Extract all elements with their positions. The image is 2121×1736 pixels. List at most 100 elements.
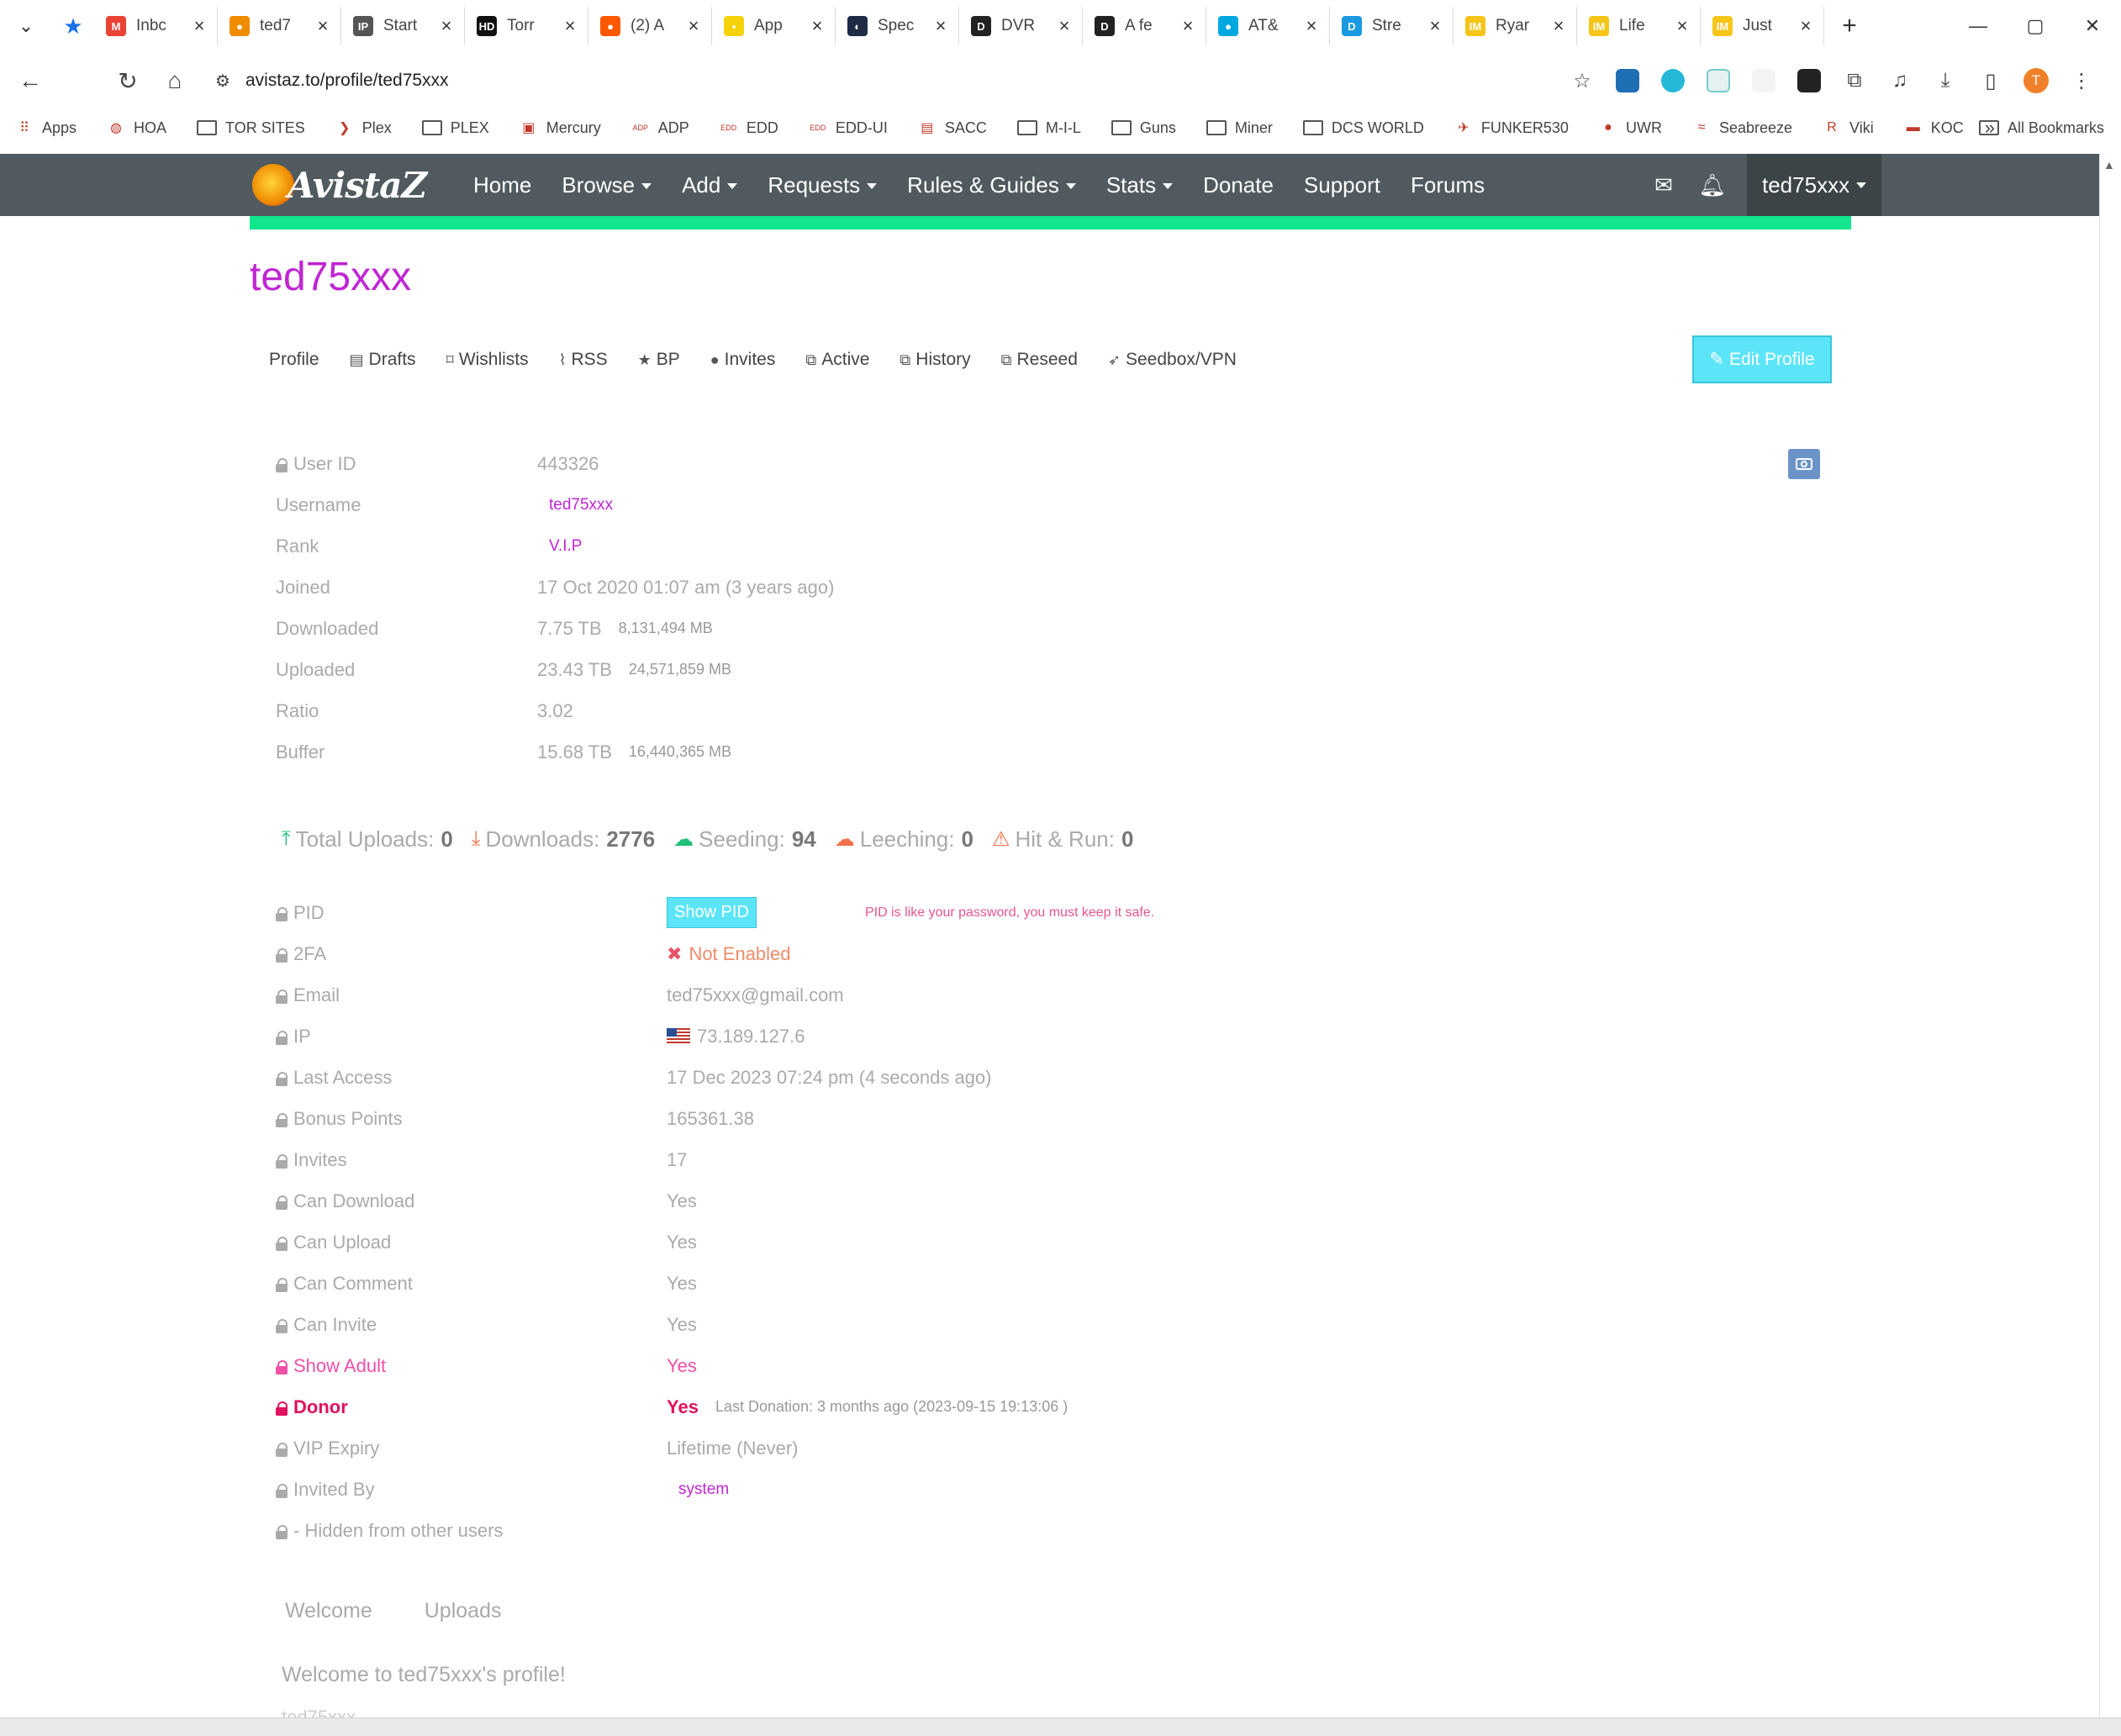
invited-by-link[interactable]: system <box>678 1480 729 1499</box>
home-icon[interactable]: ⌂ <box>151 67 198 94</box>
site-info-icon[interactable]: ⚙ <box>215 71 230 92</box>
browser-tab[interactable]: IM Ryar × <box>1454 7 1577 45</box>
subtab-history[interactable]: ⧉ History <box>900 350 970 370</box>
tab-close-icon[interactable]: × <box>1426 15 1444 37</box>
bookmark-item[interactable]: ⠿ Apps <box>15 119 77 137</box>
bookmark-item[interactable]: M-I-L <box>1016 119 1081 137</box>
browser-tab[interactable]: ● (2) A × <box>588 7 712 45</box>
downloads-icon[interactable]: ⤓ <box>1923 69 1968 92</box>
nav-donate[interactable]: Donate <box>1203 172 1274 198</box>
bookmark-item[interactable]: PLEX <box>421 119 489 137</box>
tab-close-icon[interactable]: × <box>437 15 456 37</box>
nav-forums[interactable]: Forums <box>1411 172 1485 198</box>
tab-close-icon[interactable]: × <box>1055 15 1074 37</box>
tab-close-icon[interactable]: × <box>1302 15 1321 37</box>
content-tab-welcome[interactable]: Welcome <box>285 1599 372 1623</box>
nav-add[interactable]: Add <box>682 172 738 198</box>
tab-close-icon[interactable]: × <box>931 15 950 37</box>
bookmark-item[interactable]: TOR SITES <box>197 119 305 137</box>
show-pid-button[interactable]: Show PID <box>667 897 757 928</box>
nav-stats[interactable]: Stats <box>1106 172 1174 198</box>
browser-tab[interactable]: IP Start × <box>341 7 465 45</box>
browser-tab[interactable]: D A fe × <box>1083 7 1206 45</box>
browser-tab[interactable]: M Inbc × <box>94 7 218 45</box>
edit-profile-button[interactable]: ✎ Edit Profile <box>1692 335 1832 383</box>
bookmark-item[interactable]: ▤ SACC <box>918 119 987 137</box>
scroll-up-arrow-icon[interactable]: ▲ <box>2103 158 2115 171</box>
envelope-icon[interactable]: ✉ <box>1639 172 1688 198</box>
nav-rules-guides[interactable]: Rules & Guides <box>907 172 1076 198</box>
reload-icon[interactable]: ↻ <box>104 67 151 95</box>
maximize-icon[interactable]: ▢ <box>2007 15 2064 37</box>
bookmark-item[interactable]: ADP ADP <box>631 119 689 137</box>
bookmark-item[interactable]: ● UWR <box>1599 119 1662 137</box>
tab-close-icon[interactable]: × <box>1797 15 1815 37</box>
browser-tab[interactable]: D DVR × <box>959 7 1083 45</box>
browser-tab[interactable]: IM Life × <box>1577 7 1701 45</box>
camera-button[interactable] <box>1788 449 1820 479</box>
extension-b-icon[interactable] <box>1616 69 1639 92</box>
subtab-seedbox-vpn[interactable]: ➶ Seedbox/VPN <box>1108 350 1237 370</box>
nav-requests[interactable]: Requests <box>768 172 878 198</box>
subtab-bp[interactable]: ★ BP <box>638 350 680 370</box>
new-tab-button[interactable]: + <box>1824 12 1875 40</box>
subtab-reseed[interactable]: ⧉ Reseed <box>1001 350 1078 370</box>
browser-tab[interactable]: ◐ Spec × <box>836 7 959 45</box>
tab-close-icon[interactable]: × <box>190 15 208 37</box>
all-bookmarks-folder[interactable]: All Bookmarks <box>1978 119 2104 137</box>
tab-close-icon[interactable]: × <box>561 15 579 37</box>
subtab-rss[interactable]: ⌇ RSS <box>559 350 608 370</box>
profile-avatar[interactable]: T <box>2023 68 2049 93</box>
kebab-menu-icon[interactable]: ⋮ <box>2059 69 2104 93</box>
bookmark-item[interactable]: ▬ KOC <box>1904 119 1964 137</box>
user-dropdown[interactable]: ted75xxx <box>1747 154 1882 216</box>
browser-tab[interactable]: IM Just × <box>1701 7 1824 45</box>
content-tab-uploads[interactable]: Uploads <box>425 1599 502 1623</box>
page-scrollbar[interactable] <box>2099 154 2121 1718</box>
bookmark-item[interactable]: ✈ FUNKER530 <box>1454 119 1569 137</box>
bookmark-item[interactable]: Guns <box>1111 119 1176 137</box>
browser-tab[interactable]: HD Torr × <box>465 7 588 45</box>
subtab-active[interactable]: ⧉ Active <box>805 350 869 370</box>
subtab-drafts[interactable]: ▤ Drafts <box>350 350 416 370</box>
username-link[interactable]: ted75xxx <box>549 496 613 514</box>
bookmark-item[interactable]: Miner <box>1206 119 1273 137</box>
site-logo[interactable]: AvistaZ <box>252 159 429 211</box>
bell-icon[interactable]: 🔔︎ <box>1688 172 1737 198</box>
browser-tab[interactable]: ▪ App × <box>712 7 836 45</box>
tab-close-icon[interactable]: × <box>1673 15 1691 37</box>
tab-search-chevron-icon[interactable]: ⌄ <box>0 0 52 52</box>
subtab-invites[interactable]: ● Invites <box>710 350 776 370</box>
tab-close-icon[interactable]: × <box>1179 15 1197 37</box>
back-icon[interactable]: ← <box>7 67 54 94</box>
tab-close-icon[interactable]: × <box>684 15 703 37</box>
media-control-icon[interactable]: ♫ <box>1877 69 1923 92</box>
nav-support[interactable]: Support <box>1304 172 1380 198</box>
tab-close-icon[interactable]: × <box>808 15 826 37</box>
tab-close-icon[interactable]: × <box>314 15 332 37</box>
side-panel-icon[interactable]: ▯ <box>1968 69 2013 93</box>
nav-browse[interactable]: Browse <box>562 172 652 198</box>
bookmark-star-icon[interactable]: ☆ <box>1559 69 1605 93</box>
bookmark-item[interactable]: EDD EDD <box>720 119 778 137</box>
bookmark-item[interactable]: R Viki <box>1823 119 1873 137</box>
bookmark-item[interactable]: ≈ Seabreeze <box>1692 119 1792 137</box>
subtab-profile[interactable]: Profile <box>269 350 319 370</box>
extensions-puzzle-icon[interactable]: ⧉ <box>1832 69 1877 92</box>
bookmark-item[interactable]: ◍ HOA <box>107 119 166 137</box>
bookmark-item[interactable]: DCS WORLD <box>1302 119 1424 137</box>
browser-tab[interactable]: D Stre × <box>1330 7 1454 45</box>
pinned-star-tab-icon[interactable]: ★ <box>52 13 94 40</box>
bookmark-item[interactable]: ▣ Mercury <box>520 119 601 137</box>
subtab-wishlists[interactable]: ⌑ Wishlists <box>446 350 529 370</box>
tab-close-icon[interactable]: × <box>1549 15 1568 37</box>
extension-ghost-icon[interactable] <box>1707 69 1730 92</box>
browser-tab[interactable]: ● ted7 × <box>218 7 341 45</box>
minimize-icon[interactable]: — <box>1950 15 2007 37</box>
extension-s-icon[interactable] <box>1752 69 1775 92</box>
extension-shazam-icon[interactable] <box>1661 69 1685 92</box>
bookmark-item[interactable]: ❯ Plex <box>335 119 392 137</box>
browser-tab[interactable]: ● AT& × <box>1206 7 1330 45</box>
url-field[interactable]: ⚙ avistaz.to/profile/ted75xxx <box>215 71 449 92</box>
bookmark-item[interactable]: EDD EDD-UI <box>809 119 888 137</box>
